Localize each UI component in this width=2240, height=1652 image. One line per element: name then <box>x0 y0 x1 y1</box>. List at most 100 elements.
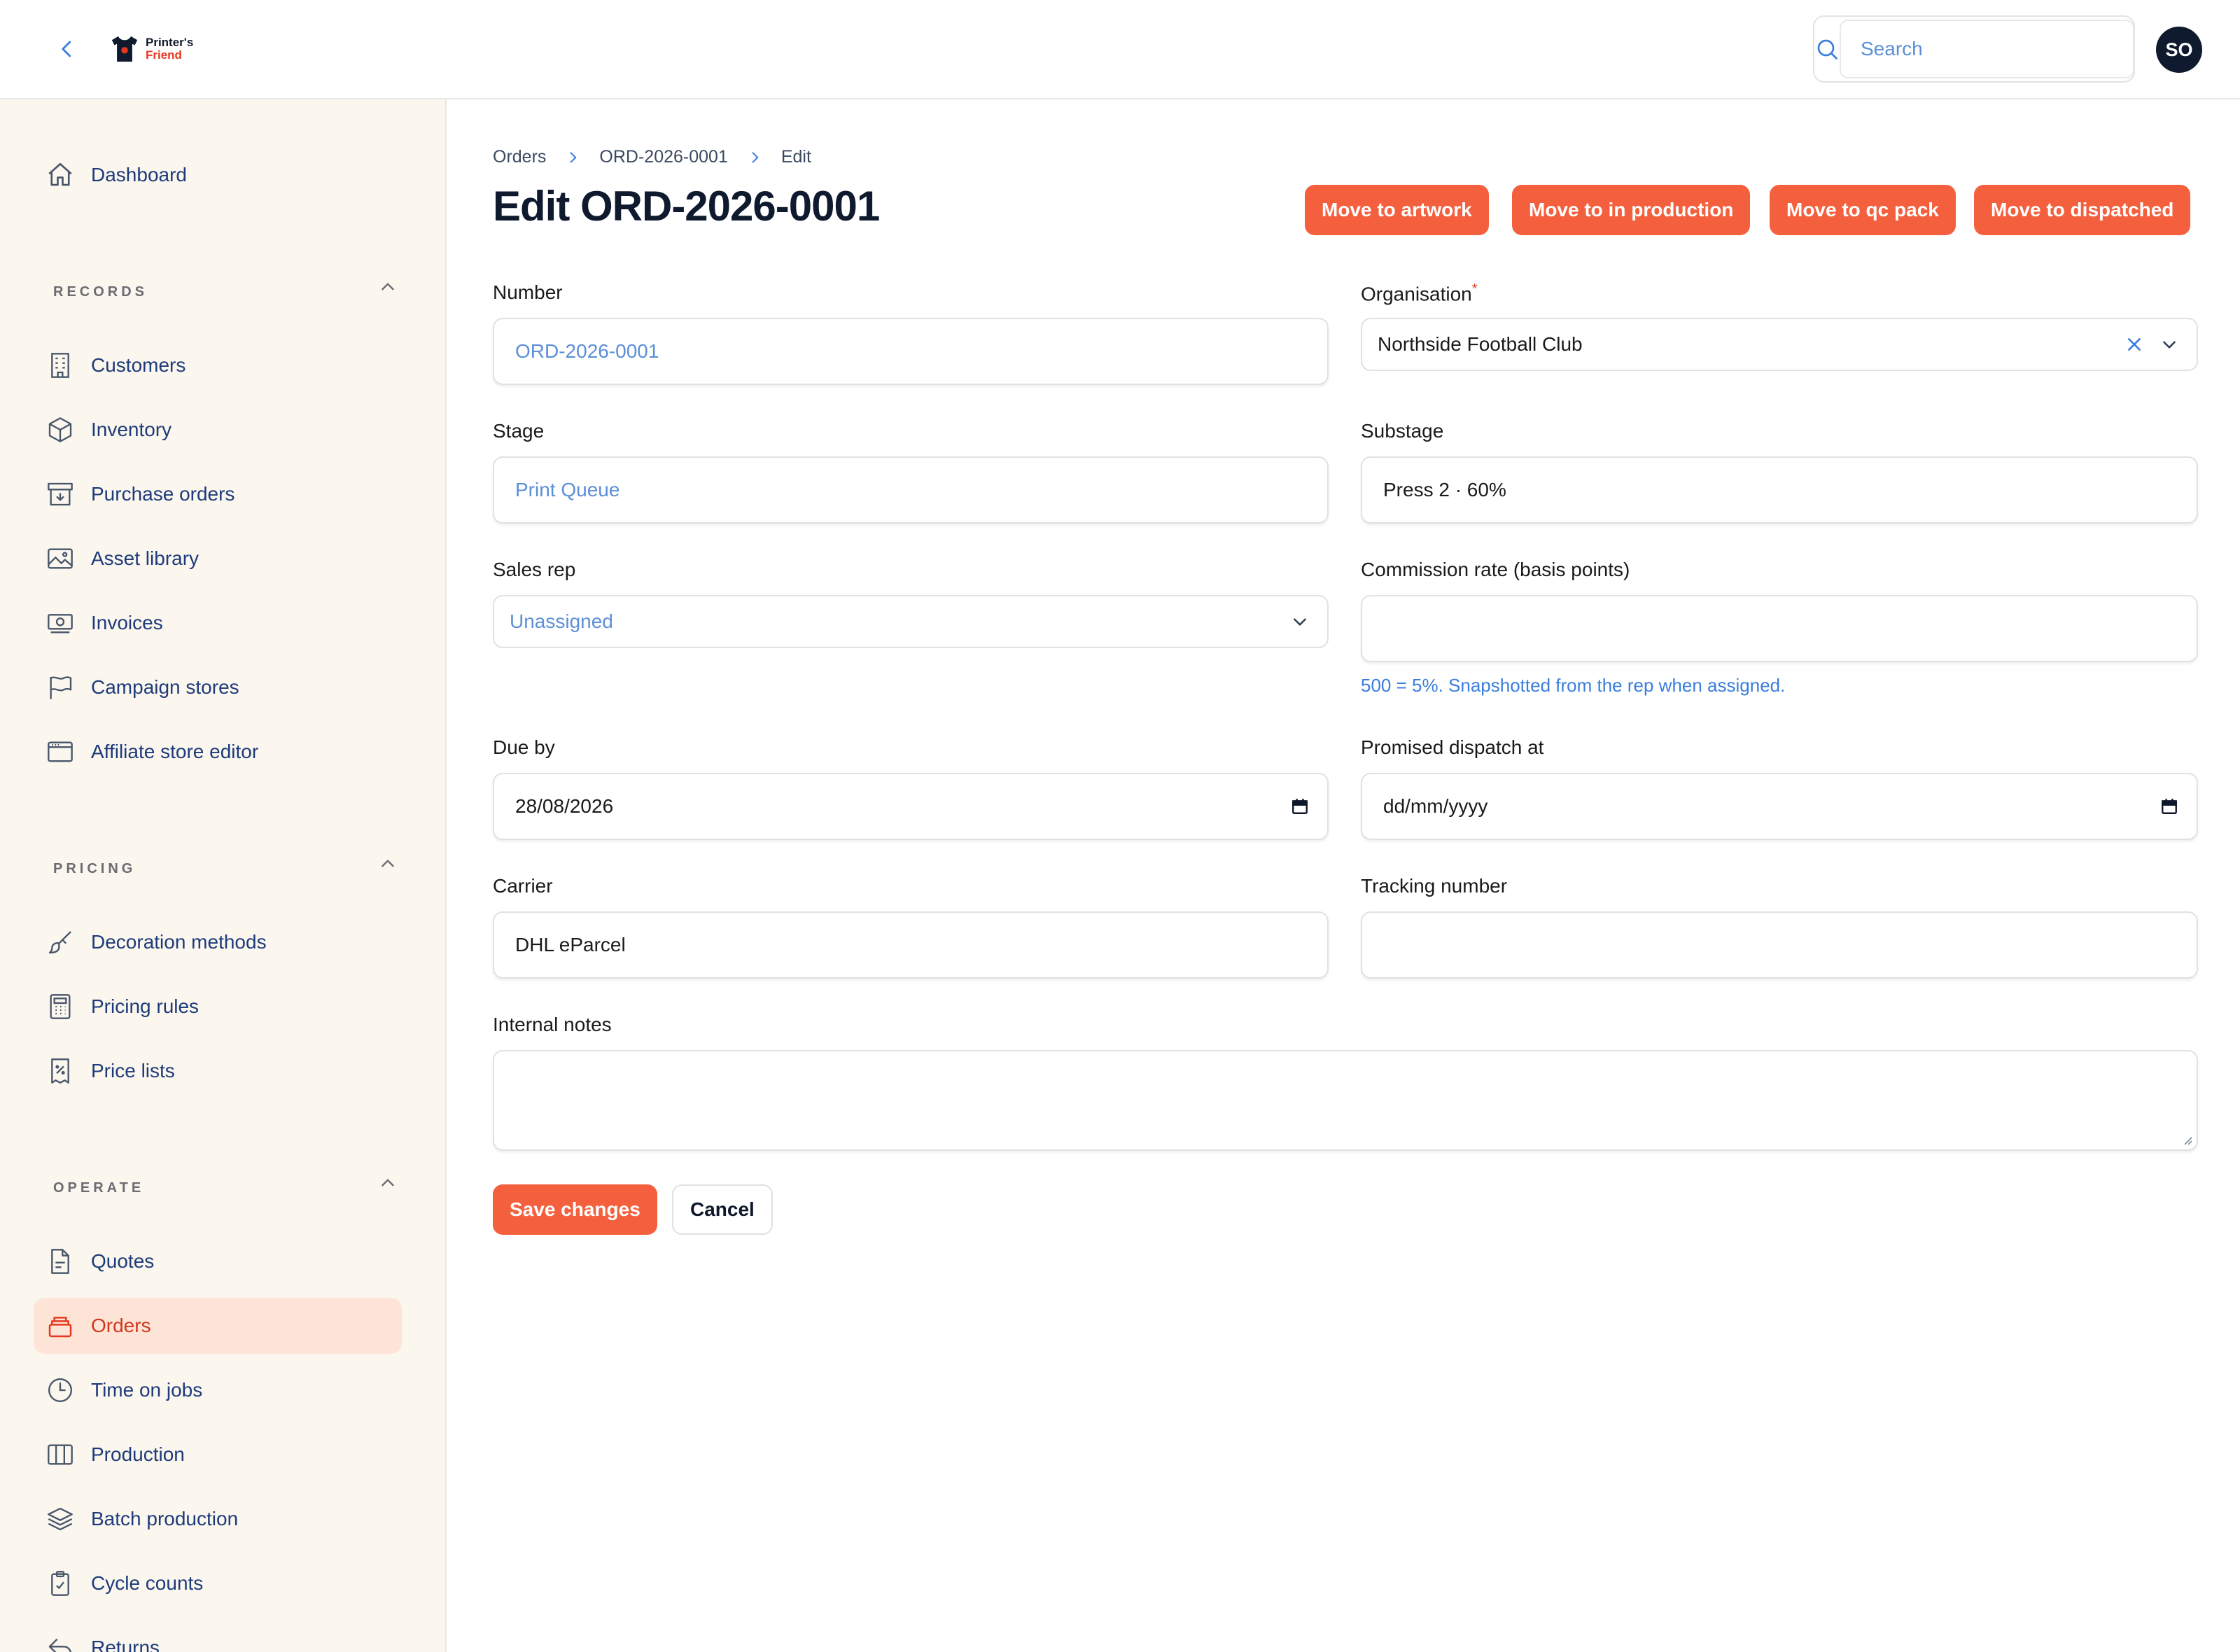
chevron-left-icon <box>62 41 71 57</box>
commission-label: Commission rate (basis points) <box>1361 559 1630 580</box>
logo-line-2: Friend <box>146 48 182 62</box>
sidebar-item-label: Batch production <box>91 1508 239 1530</box>
required-mark: * <box>1471 281 1478 297</box>
move-to-artwork-button[interactable]: Move to artwork <box>1305 185 1489 235</box>
commission-hint: 500 = 5%. Snapshotted from the rep when … <box>1361 675 1786 696</box>
organisation-label: Organisation* <box>1361 281 1478 305</box>
sidebar-item-label: Purchase orders <box>91 483 235 505</box>
sidebar-item-batch-production[interactable]: Batch production <box>34 1491 402 1547</box>
sidebar-item-cycle-counts[interactable]: Cycle counts <box>34 1555 402 1611</box>
sidebar-item-inventory[interactable]: Inventory <box>34 402 402 458</box>
sidebar-item-returns[interactable]: Returns <box>34 1620 402 1652</box>
due-by-controls <box>1291 797 1309 816</box>
sidebar-section-operate: OPERATE <box>53 1180 145 1196</box>
browser-window-icon <box>45 736 76 767</box>
chevron-down-icon <box>1294 618 1306 626</box>
sidebar-item-label: Cycle counts <box>91 1572 204 1594</box>
sidebar-item-dashboard[interactable]: Dashboard <box>34 147 402 203</box>
sidebar-item-customers[interactable]: Customers <box>34 337 402 393</box>
sidebar-item-invoices[interactable]: Invoices <box>34 595 402 651</box>
logo-text: Printer's Friend <box>146 36 193 62</box>
building-icon <box>45 350 76 381</box>
internal-notes-textarea[interactable] <box>493 1050 2198 1151</box>
sales-rep-label: Sales rep <box>493 559 576 580</box>
sidebar-item-affiliate-store-editor[interactable]: Affiliate store editor <box>34 724 402 780</box>
breadcrumb-orders-link[interactable]: Orders <box>493 147 546 167</box>
archive-box-icon <box>45 479 76 510</box>
sidebar-item-label: Price lists <box>91 1060 175 1082</box>
substage-input[interactable]: Press 2 · 60% <box>1361 456 2198 524</box>
sidebar-item-pricing-rules[interactable]: Pricing rules <box>34 979 402 1035</box>
number-input[interactable]: ORD-2026-0001 <box>493 318 1329 385</box>
chevron-down-icon[interactable] <box>2160 335 2178 354</box>
sidebar-item-label: Orders <box>91 1315 151 1336</box>
due-by-input[interactable]: 28/08/2026 <box>493 773 1329 840</box>
user-avatar[interactable]: SO <box>2156 27 2202 73</box>
search-button[interactable] <box>1814 17 1840 81</box>
sales-rep-value: Unassigned <box>510 610 613 632</box>
move-to-dispatched-button[interactable]: Move to dispatched <box>1974 185 2191 235</box>
sidebar-section-records: RECORDS <box>53 284 148 300</box>
sidebar-item-campaign-stores[interactable]: Campaign stores <box>34 659 402 715</box>
operate-collapse-toggle[interactable] <box>375 1170 400 1196</box>
tracking-input[interactable] <box>1361 911 2198 979</box>
clipboard-check-icon <box>45 1568 76 1599</box>
sidebar-item-price-lists[interactable]: Price lists <box>34 1043 402 1099</box>
stacked-boxes-icon <box>45 1310 76 1341</box>
sidebar-item-time-on-jobs[interactable]: Time on jobs <box>34 1362 402 1418</box>
clear-x-icon[interactable] <box>2125 335 2143 354</box>
promised-dispatch-value: dd/mm/yyyy <box>1383 795 1488 817</box>
promised-dispatch-input[interactable]: dd/mm/yyyy <box>1361 773 2198 840</box>
sidebar-item-label: Campaign stores <box>91 676 239 698</box>
save-changes-button[interactable]: Save changes <box>493 1184 657 1235</box>
resize-handle-icon[interactable] <box>2181 1134 2192 1145</box>
due-by-value: 28/08/2026 <box>515 795 614 817</box>
flag-icon <box>45 672 76 703</box>
back-button[interactable] <box>50 32 84 66</box>
commission-input[interactable] <box>1361 595 2198 662</box>
sidebar-item-orders[interactable]: Orders <box>34 1298 402 1354</box>
search-input[interactable] <box>1840 20 2134 78</box>
pricing-collapse-toggle[interactable] <box>375 851 400 876</box>
photo-icon <box>45 543 76 574</box>
banknote-icon <box>45 608 76 638</box>
move-to-in-production-button[interactable]: Move to in production <box>1512 185 1751 235</box>
sidebar-item-decoration-methods[interactable]: Decoration methods <box>34 914 402 970</box>
tracking-label: Tracking number <box>1361 875 1508 897</box>
sidebar-item-label: Asset library <box>91 547 200 569</box>
sales-rep-select[interactable]: Unassigned <box>493 595 1329 648</box>
sidebar-item-production[interactable]: Production <box>34 1427 402 1483</box>
stage-input[interactable]: Print Queue <box>493 456 1329 524</box>
sidebar-item-label: Inventory <box>91 419 172 440</box>
records-collapse-toggle[interactable] <box>375 274 400 300</box>
sidebar-item-label: Quotes <box>91 1250 155 1272</box>
clock-icon <box>45 1375 76 1406</box>
chevron-up-icon <box>382 860 394 867</box>
calendar-icon[interactable] <box>2160 797 2178 816</box>
cancel-button[interactable]: Cancel <box>672 1184 773 1235</box>
receipt-percent-icon <box>45 1056 76 1086</box>
sidebar-section-pricing: PRICING <box>53 861 136 876</box>
sidebar-item-quotes[interactable]: Quotes <box>34 1233 402 1289</box>
substage-label: Substage <box>1361 420 1444 442</box>
internal-notes-label: Internal notes <box>493 1014 612 1035</box>
breadcrumb-current: Edit <box>780 147 811 167</box>
sidebar-item-purchase-orders[interactable]: Purchase orders <box>34 466 402 522</box>
sidebar-item-asset-library[interactable]: Asset library <box>34 531 402 587</box>
app-logo[interactable]: Printer's Friend <box>109 35 193 63</box>
promised-dispatch-controls <box>2160 797 2178 816</box>
chevron-right-icon <box>752 151 759 163</box>
carrier-input[interactable]: DHL eParcel <box>493 911 1329 979</box>
stage-label: Stage <box>493 420 545 442</box>
sidebar: Dashboard RECORDS Customers Inventory Pu… <box>0 99 447 1652</box>
sidebar-item-label: Pricing rules <box>91 995 200 1017</box>
sidebar-item-label: Customers <box>91 354 186 376</box>
breadcrumb-order-link[interactable]: ORD-2026-0001 <box>599 147 727 167</box>
organisation-select[interactable]: Northside Football Club <box>1361 318 2198 371</box>
organisation-value: Northside Football Club <box>1378 333 1583 355</box>
calendar-icon[interactable] <box>1291 797 1309 816</box>
move-to-qc-pack-button[interactable]: Move to qc pack <box>1770 185 1956 235</box>
return-arrow-icon <box>45 1632 76 1652</box>
sidebar-item-label: Invoices <box>91 612 163 634</box>
global-search <box>1813 15 2135 83</box>
